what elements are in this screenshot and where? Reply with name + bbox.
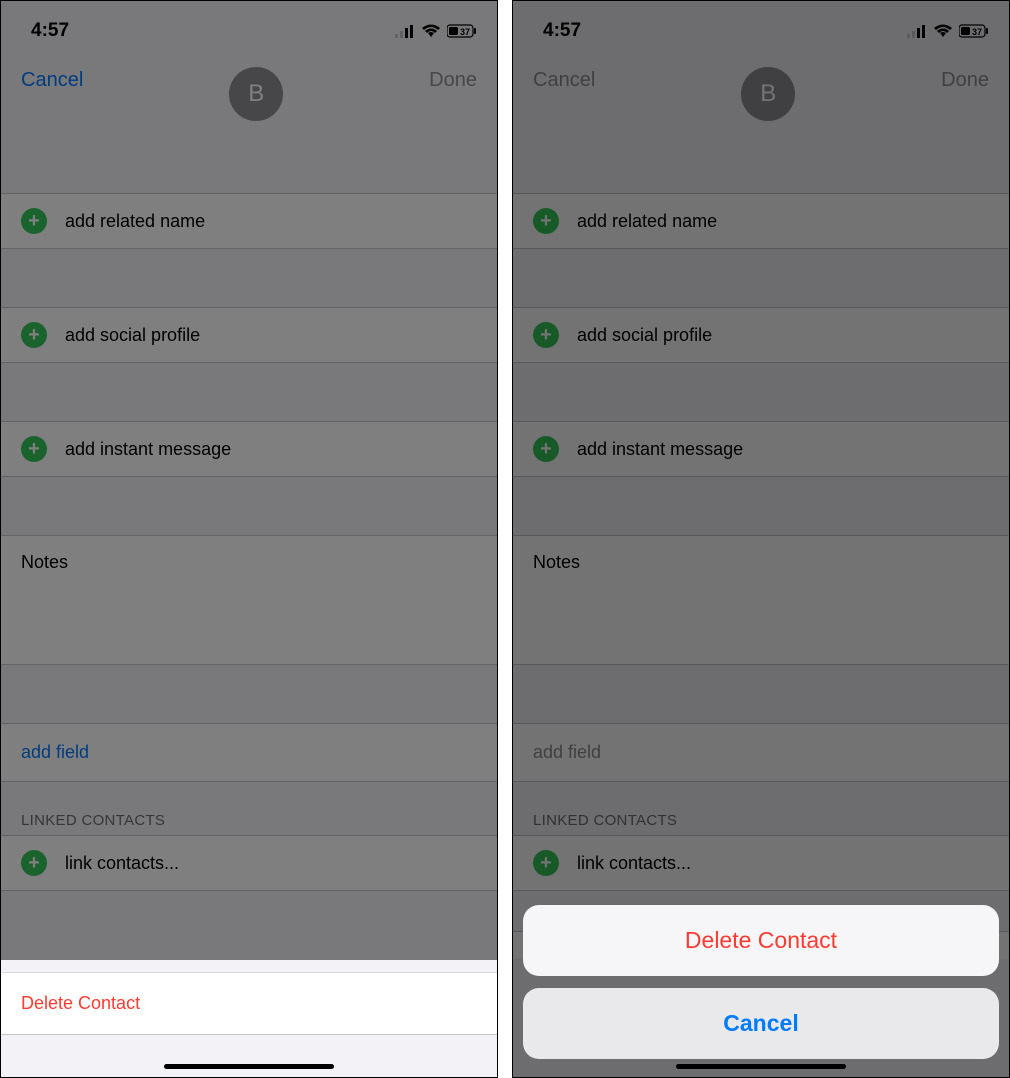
battery-icon: 37 bbox=[447, 24, 477, 38]
add-related-name-row[interactable]: + add related name bbox=[513, 193, 1009, 249]
linked-contacts-header: LINKED CONTACTS bbox=[1, 782, 497, 835]
linked-contacts-header: LINKED CONTACTS bbox=[513, 782, 1009, 835]
wifi-icon bbox=[933, 24, 953, 38]
add-related-name-row[interactable]: + add related name bbox=[1, 193, 497, 249]
sheet-cancel-button[interactable]: Cancel bbox=[523, 988, 999, 1059]
delete-contact-label: Delete Contact bbox=[21, 993, 140, 1013]
action-sheet: Delete Contact Cancel bbox=[523, 905, 999, 1059]
done-button[interactable]: Done bbox=[941, 69, 989, 92]
add-instant-message-label: add instant message bbox=[65, 439, 231, 460]
link-contacts-row[interactable]: + link contacts... bbox=[513, 835, 1009, 891]
notes-label: Notes bbox=[21, 552, 477, 573]
link-contacts-label: link contacts... bbox=[65, 853, 179, 874]
wifi-icon bbox=[421, 24, 441, 38]
add-field-row[interactable]: add field bbox=[1, 723, 497, 782]
cellular-signal-icon bbox=[395, 24, 415, 38]
status-bar: 4:57 37 bbox=[513, 1, 1009, 51]
plus-icon: + bbox=[533, 322, 559, 348]
add-instant-message-label: add instant message bbox=[577, 439, 743, 460]
plus-icon: + bbox=[21, 208, 47, 234]
add-related-name-label: add related name bbox=[65, 211, 205, 232]
notes-label: Notes bbox=[533, 552, 989, 573]
phone-screen-left: 4:57 37 Cancel B Done + add related name… bbox=[0, 0, 498, 1078]
status-time: 4:57 bbox=[543, 20, 581, 42]
svg-text:37: 37 bbox=[460, 27, 470, 37]
action-sheet-cancel-group: Cancel bbox=[523, 988, 999, 1059]
done-button[interactable]: Done bbox=[429, 69, 477, 92]
plus-icon: + bbox=[21, 322, 47, 348]
battery-icon: 37 bbox=[959, 24, 989, 38]
cancel-button[interactable]: Cancel bbox=[533, 69, 595, 92]
plus-icon: + bbox=[21, 850, 47, 876]
status-time: 4:57 bbox=[31, 20, 69, 42]
bottom-visible-area: Delete Contact bbox=[1, 960, 497, 1077]
add-field-row[interactable]: add field bbox=[513, 723, 1009, 782]
content-area: + add related name + add social profile … bbox=[513, 135, 1009, 959]
contact-avatar[interactable]: B bbox=[741, 67, 795, 121]
action-sheet-group: Delete Contact bbox=[523, 905, 999, 976]
status-right: 37 bbox=[395, 24, 477, 38]
sheet-delete-contact-button[interactable]: Delete Contact bbox=[523, 905, 999, 976]
phone-screen-right: 4:57 37 Cancel B Done + add related name… bbox=[512, 0, 1010, 1078]
add-instant-message-row[interactable]: + add instant message bbox=[513, 421, 1009, 477]
home-indicator[interactable] bbox=[676, 1064, 846, 1069]
nav-header: Cancel B Done bbox=[513, 51, 1009, 135]
add-field-label: add field bbox=[21, 742, 89, 762]
add-social-profile-label: add social profile bbox=[65, 325, 200, 346]
plus-icon: + bbox=[533, 850, 559, 876]
add-related-name-label: add related name bbox=[577, 211, 717, 232]
add-social-profile-row[interactable]: + add social profile bbox=[513, 307, 1009, 363]
plus-icon: + bbox=[533, 208, 559, 234]
delete-contact-row[interactable]: Delete Contact bbox=[1, 972, 497, 1035]
plus-icon: + bbox=[21, 436, 47, 462]
content-area: + add related name + add social profile … bbox=[1, 135, 497, 891]
add-social-profile-row[interactable]: + add social profile bbox=[1, 307, 497, 363]
cellular-signal-icon bbox=[907, 24, 927, 38]
svg-text:37: 37 bbox=[972, 27, 982, 37]
link-contacts-row[interactable]: + link contacts... bbox=[1, 835, 497, 891]
home-indicator[interactable] bbox=[164, 1064, 334, 1069]
contact-avatar[interactable]: B bbox=[229, 67, 283, 121]
cancel-button[interactable]: Cancel bbox=[21, 69, 83, 92]
nav-header: Cancel B Done bbox=[1, 51, 497, 135]
add-field-label: add field bbox=[533, 742, 601, 762]
add-social-profile-label: add social profile bbox=[577, 325, 712, 346]
status-right: 37 bbox=[907, 24, 989, 38]
plus-icon: + bbox=[533, 436, 559, 462]
link-contacts-label: link contacts... bbox=[577, 853, 691, 874]
notes-field[interactable]: Notes bbox=[513, 535, 1009, 665]
notes-field[interactable]: Notes bbox=[1, 535, 497, 665]
add-instant-message-row[interactable]: + add instant message bbox=[1, 421, 497, 477]
status-bar: 4:57 37 bbox=[1, 1, 497, 51]
